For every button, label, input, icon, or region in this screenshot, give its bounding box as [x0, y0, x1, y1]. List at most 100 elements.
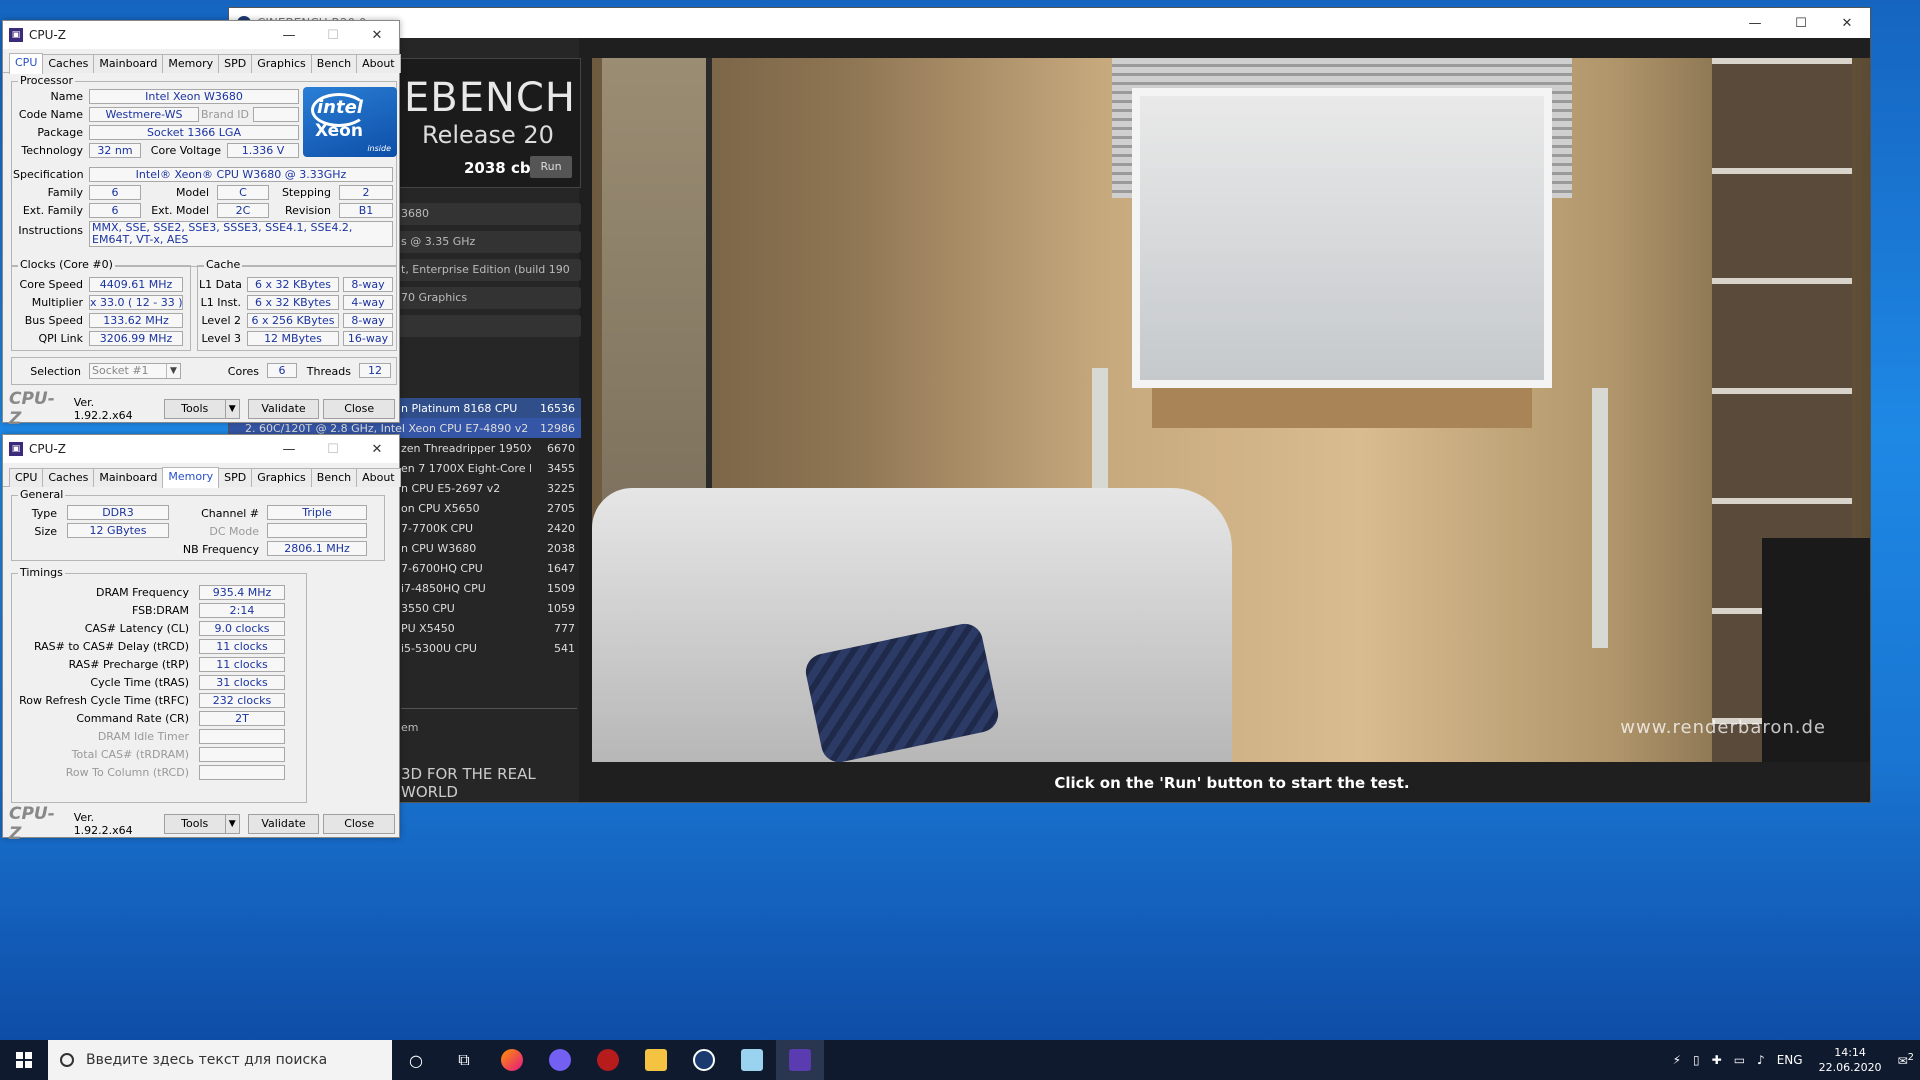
codename-label: Code Name: [18, 108, 83, 121]
notepad-icon[interactable]: [728, 1040, 776, 1080]
maximize-icon[interactable]: ☐: [1778, 16, 1824, 31]
tab-caches[interactable]: Caches: [42, 54, 95, 73]
channel-value: Triple: [267, 505, 367, 520]
minimize-icon[interactable]: —: [267, 442, 311, 457]
tools-dropdown-icon[interactable]: ▼: [225, 399, 240, 419]
cpuz-titlebar[interactable]: ▣ CPU-Z — ☐ ✕: [3, 21, 399, 49]
threads-value: 12: [359, 363, 391, 378]
brandid-label: Brand ID: [201, 108, 249, 121]
tab-cpu[interactable]: CPU: [9, 468, 44, 487]
cinebench-score: 2038 cb: [464, 159, 531, 177]
close-button[interactable]: Close: [323, 814, 395, 834]
size-label: Size: [34, 525, 57, 538]
start-button[interactable]: [0, 1040, 48, 1080]
stepping-label: Stepping: [281, 186, 331, 199]
ranking-score: 3455: [547, 461, 575, 475]
monitor-icon[interactable]: ▭: [1734, 1053, 1745, 1067]
model-value: C: [217, 185, 269, 200]
intel-xeon-logo: intel Xeon inside: [303, 87, 397, 157]
notification-icon[interactable]: ✉2: [1898, 1052, 1914, 1068]
tab-about[interactable]: About: [356, 54, 401, 73]
network-icon[interactable]: ⚡: [1673, 1053, 1681, 1067]
viber-icon[interactable]: [536, 1040, 584, 1080]
tools-button[interactable]: Tools: [163, 814, 226, 834]
tab-about[interactable]: About: [356, 468, 401, 487]
family-value: 6: [89, 185, 141, 200]
clock[interactable]: 14:14 22.06.2020: [1819, 1045, 1882, 1075]
tab-caches[interactable]: Caches: [42, 468, 95, 487]
task-view-icon[interactable]: ⧉: [440, 1040, 488, 1080]
corespeed-value: 4409.61 MHz: [89, 277, 183, 292]
socket-select[interactable]: Socket #1 ▼: [89, 363, 181, 379]
timing-value: 2T: [199, 711, 285, 726]
timing-value: 31 clocks: [199, 675, 285, 690]
maximize-icon[interactable]: ☐: [311, 28, 355, 43]
tab-memory[interactable]: Memory: [162, 54, 220, 73]
status-text: Click on the 'Run' button to start the t…: [1054, 774, 1410, 792]
close-icon[interactable]: ✕: [1824, 16, 1870, 31]
minimize-icon[interactable]: —: [267, 28, 311, 43]
language-indicator[interactable]: ENG: [1777, 1053, 1803, 1067]
ranking-cpu-name: 2. 60C/120T @ 2.8 GHz, Intel Xeon CPU E7…: [245, 421, 529, 435]
instructions-value: MMX, SSE, SSE2, SSE3, SSSE3, SSE4.1, SSE…: [89, 221, 393, 247]
timing-value-empty: [199, 765, 285, 780]
cinebench-release: Release 20: [422, 121, 554, 149]
cinebench-titlebar[interactable]: CINEBENCH R20.0 — ☐ ✕: [229, 8, 1870, 38]
tools-button[interactable]: Tools: [163, 399, 226, 419]
clock-date: 22.06.2020: [1818, 1061, 1882, 1074]
taskbar-search[interactable]: Введите здесь текст для поиска: [48, 1040, 392, 1080]
cpu-name: Intel Xeon W3680: [89, 89, 299, 104]
window-title: CPU-Z: [29, 28, 66, 42]
version-label: Ver. 1.92.2.x64: [73, 396, 133, 422]
run-button[interactable]: Run: [530, 156, 572, 178]
qpi-value: 3206.99 MHz: [89, 331, 183, 346]
timing-value: 2:14: [199, 603, 285, 618]
l3-label: Level 3: [201, 332, 241, 345]
close-icon[interactable]: ✕: [355, 442, 399, 457]
cpuz-titlebar[interactable]: ▣ CPU-Z — ☐ ✕: [3, 435, 399, 463]
tab-memory[interactable]: Memory: [162, 467, 220, 488]
tab-cpu[interactable]: CPU: [9, 53, 44, 74]
instructions-label: Instructions: [18, 224, 83, 237]
tab-graphics[interactable]: Graphics: [251, 468, 312, 487]
validate-button[interactable]: Validate: [247, 399, 320, 419]
l3-value: 12 MBytes: [247, 331, 339, 346]
red-app-icon[interactable]: [584, 1040, 632, 1080]
close-icon[interactable]: ✕: [355, 28, 399, 43]
type-value: DDR3: [67, 505, 169, 520]
tab-spd[interactable]: SPD: [218, 468, 253, 487]
windows-icon: [16, 1052, 32, 1068]
file-explorer-icon[interactable]: [632, 1040, 680, 1080]
cpuz-taskbar-icon[interactable]: [776, 1040, 824, 1080]
timing-label: RAS# to CAS# Delay (tRCD): [33, 640, 189, 653]
usb-icon[interactable]: ▯: [1693, 1053, 1700, 1067]
tab-bench[interactable]: Bench: [310, 468, 358, 487]
volume-icon[interactable]: ♪: [1757, 1053, 1765, 1067]
security-icon[interactable]: ✚: [1712, 1053, 1722, 1067]
cinebench-taskbar-icon[interactable]: [680, 1040, 728, 1080]
tab-bench[interactable]: Bench: [310, 54, 358, 73]
extmodel-value: 2C: [217, 203, 269, 218]
tab-mainboard[interactable]: Mainboard: [93, 54, 164, 73]
tab-spd[interactable]: SPD: [218, 54, 253, 73]
spec-value: Intel® Xeon® CPU W3680 @ 3.33GHz: [89, 167, 393, 182]
l1d-way: 8-way: [343, 277, 393, 292]
package-value: Socket 1366 LGA: [89, 125, 299, 140]
tab-mainboard[interactable]: Mainboard: [93, 468, 164, 487]
cpuz-logo: CPU-Z: [9, 804, 55, 844]
extfamily-value: 6: [89, 203, 141, 218]
ranking-footer-item[interactable]: em: [401, 721, 418, 734]
group-title: Timings: [18, 566, 65, 579]
timing-value-empty: [199, 747, 285, 762]
group-title: Processor: [18, 74, 75, 87]
firefox-icon[interactable]: [488, 1040, 536, 1080]
technology-label: Technology: [21, 144, 83, 157]
tab-graphics[interactable]: Graphics: [251, 54, 312, 73]
validate-button[interactable]: Validate: [247, 814, 320, 834]
minimize-icon[interactable]: —: [1732, 16, 1778, 31]
maximize-icon[interactable]: ☐: [311, 442, 355, 457]
close-button[interactable]: Close: [323, 399, 395, 419]
tools-dropdown-icon[interactable]: ▼: [225, 814, 240, 834]
cortana-icon[interactable]: ○: [392, 1040, 440, 1080]
timing-value: 11 clocks: [199, 639, 285, 654]
